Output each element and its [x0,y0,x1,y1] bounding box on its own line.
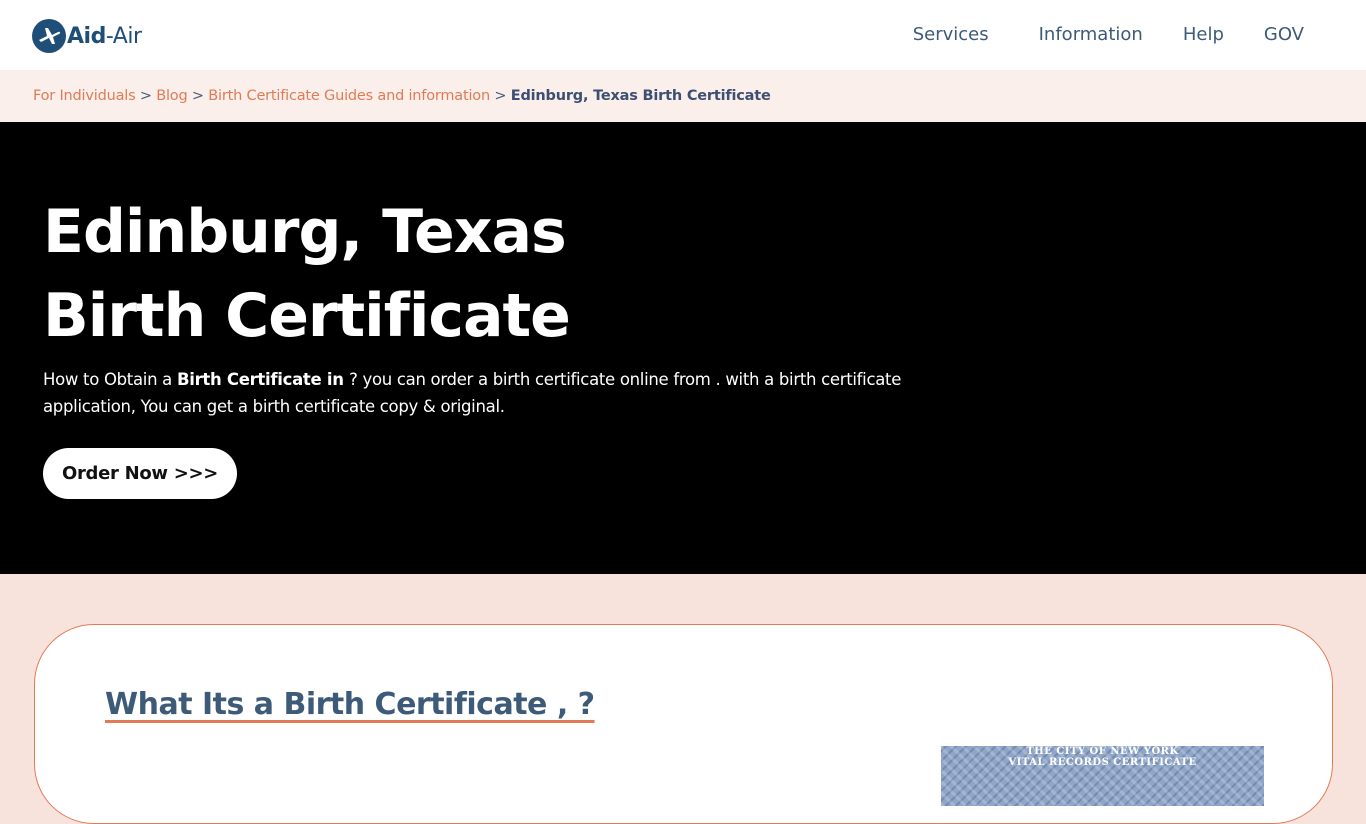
breadcrumb-blog[interactable]: Blog [156,88,187,104]
site-header: Aid-Air Services Information Help GOV [0,0,1366,70]
breadcrumb-current: Edinburg, Texas Birth Certificate [510,88,771,104]
section-heading-link[interactable]: What Its a Birth Certificate , ? [105,687,595,722]
order-now-button[interactable]: Order Now >>> [43,448,237,499]
breadcrumb-for-individuals[interactable]: For Individuals [33,88,136,104]
nav-gov[interactable]: GOV [1264,24,1304,45]
logo-air: -Air [105,23,142,49]
nav-services[interactable]: Services [913,24,989,45]
nav-information[interactable]: Information [1039,24,1143,45]
logo-text: Aid-Air [67,24,142,49]
breadcrumb-separator: > [494,88,507,104]
logo[interactable]: Aid-Air [32,19,142,53]
hero-desc-bold: Birth Certificate in [176,370,350,389]
airplane-icon [32,19,66,53]
hero-desc-part1: How to Obtain a [43,370,177,389]
hero-description: How to Obtain a Birth Certificate in ? y… [43,366,903,420]
breadcrumb-separator: > [139,88,152,104]
certificate-image-line2: VITAL RECORDS CERTIFICATE [1008,757,1197,768]
logo-aid: Aid [67,23,106,49]
certificate-image-line1: THE CITY OF NEW YORK [1026,746,1179,757]
main-nav: Services Information Help GOV [913,24,1304,45]
breadcrumb-separator: > [191,88,204,104]
page-title: Edinburg, Texas Birth Certificate [43,197,571,351]
content-card: What Its a Birth Certificate , ? THE CIT… [34,624,1333,824]
certificate-image-text: THE CITY OF NEW YORK VITAL RECORDS CERTI… [941,746,1264,768]
nav-help[interactable]: Help [1183,24,1224,45]
birth-certificate-image: THE CITY OF NEW YORK VITAL RECORDS CERTI… [941,746,1264,806]
breadcrumb-birth-certificate-guides[interactable]: Birth Certificate Guides and information [208,88,490,104]
breadcrumb-bar: For Individuals > Blog > Birth Certifica… [0,70,1366,122]
hero-section: Edinburg, Texas Birth Certificate How to… [0,122,1366,574]
breadcrumb: For Individuals > Blog > Birth Certifica… [33,88,771,104]
